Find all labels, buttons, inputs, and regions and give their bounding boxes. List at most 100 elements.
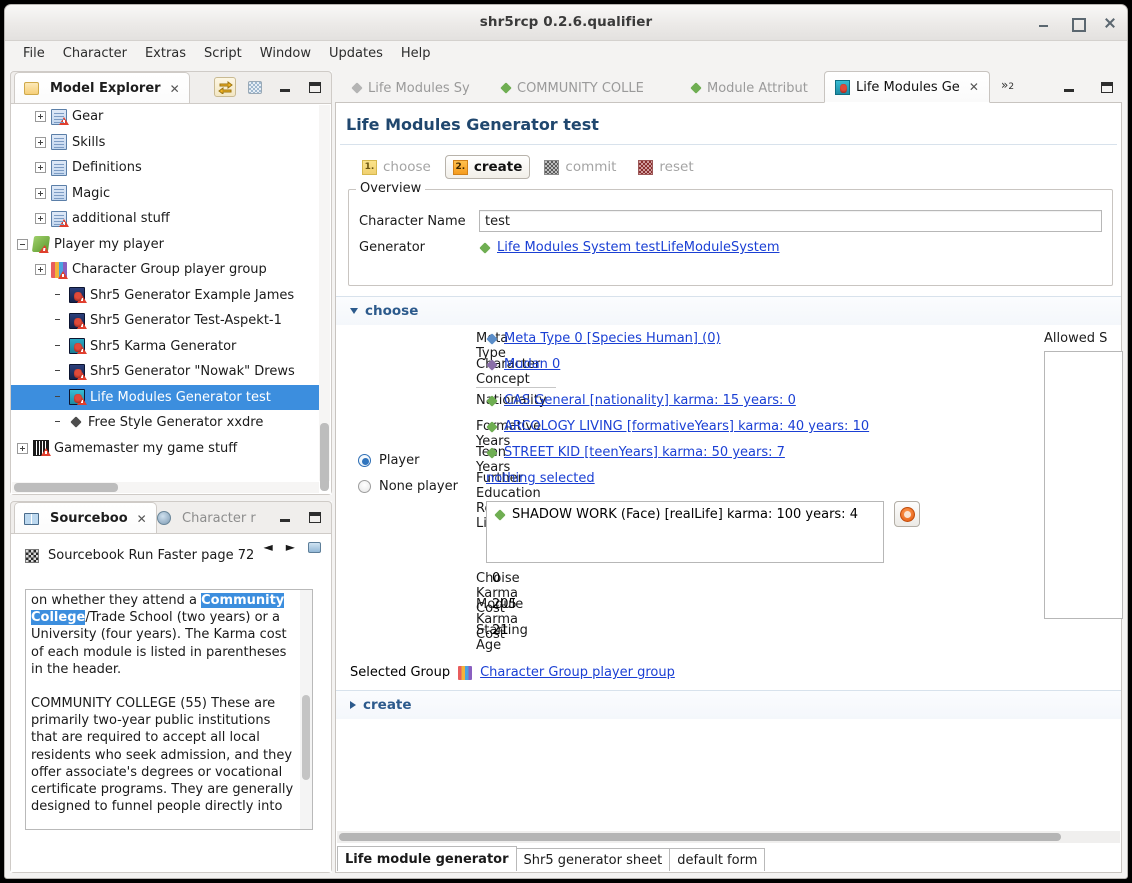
sourcebook-header-label: Sourcebook Run Faster page 72	[48, 548, 255, 563]
allowed-listbox[interactable]	[1044, 351, 1123, 619]
radio-none-player[interactable]: None player	[358, 473, 458, 499]
teen-years-link[interactable]: STREET KID [teenYears] karma: 50 years: …	[504, 445, 785, 460]
tab-shr5-generator-sheet[interactable]: Shr5 generator sheet	[515, 848, 671, 871]
radio-none-player-indicator[interactable]	[358, 479, 371, 493]
tree-item[interactable]: Magic	[11, 181, 319, 207]
selected-group-link[interactable]: Character Group player group	[480, 665, 675, 680]
diamond-green-icon	[486, 447, 497, 458]
real-life-listbox[interactable]: SHADOW WORK (Face) [realLife] karma: 100…	[486, 501, 884, 563]
further-education-link[interactable]: nothing selected	[486, 471, 595, 486]
radio-player[interactable]: Player	[358, 447, 458, 473]
menu-extras[interactable]: Extras	[136, 44, 195, 63]
list-item[interactable]: SHADOW WORK (Face) [realLife] karma: 100…	[494, 507, 876, 522]
radio-player-indicator[interactable]	[358, 453, 371, 467]
tab-life-modules-ge[interactable]: Life Modules Ge ✕	[824, 71, 990, 103]
refresh-button[interactable]	[894, 501, 920, 527]
expand-icon[interactable]	[35, 264, 46, 276]
editor-column: Life Modules Sy COMMUNITY COLLE Module A…	[335, 71, 1123, 873]
create-section-header[interactable]: create	[336, 691, 1121, 719]
tree-item[interactable]: Player my player	[11, 232, 319, 258]
tab-model-explorer[interactable]: Model Explorer ✕	[14, 72, 190, 104]
close-icon[interactable]: ✕	[137, 512, 147, 526]
link-icon[interactable]	[308, 541, 321, 553]
reset-button[interactable]: reset	[630, 155, 701, 179]
tab-life-modules-sy[interactable]: Life Modules Sy	[341, 73, 480, 103]
tree-item[interactable]: Gamemaster my game stuff	[11, 436, 319, 462]
editor-hscroll-thumb[interactable]	[339, 833, 1061, 841]
view-minimize-icon[interactable]	[274, 507, 296, 527]
tree-item[interactable]: Shr5 Generator "Nowak" Drews	[11, 359, 319, 385]
tree-hscroll-thumb[interactable]	[14, 483, 118, 492]
menu-window[interactable]: Window	[251, 44, 320, 63]
link-with-editor-icon[interactable]	[214, 77, 236, 97]
tree-vscrollbar[interactable]	[319, 105, 330, 491]
editor-maximize-icon[interactable]	[1096, 77, 1118, 97]
menu-updates[interactable]: Updates	[320, 44, 392, 63]
view-minimize-icon[interactable]	[274, 77, 296, 97]
sourcebook-textbox[interactable]: on whether they attend a Community Colle…	[25, 589, 313, 830]
menu-help[interactable]: Help	[392, 44, 440, 63]
character-concept-link[interactable]: Mudan 0	[504, 357, 560, 372]
expand-icon[interactable]	[35, 162, 46, 174]
menu-script[interactable]: Script	[195, 44, 251, 63]
chevron-right-icon	[350, 701, 356, 709]
create-button[interactable]: 2. create	[444, 155, 531, 179]
editor-minimize-icon[interactable]	[1058, 77, 1080, 97]
tab-sourcebook[interactable]: Sourceboo ✕	[14, 502, 157, 534]
tab-module-attribut[interactable]: Module Attribut	[680, 73, 818, 103]
close-icon[interactable]: ✕	[969, 80, 979, 94]
choose-button[interactable]: 1. choose	[354, 155, 439, 179]
expand-icon[interactable]	[35, 111, 46, 123]
tree-item[interactable]: Free Style Generator xxdre	[11, 410, 319, 436]
minimize-icon[interactable]	[1037, 16, 1051, 30]
character-name-input[interactable]	[479, 210, 1102, 232]
view-maximize-icon[interactable]	[304, 77, 326, 97]
tree-item[interactable]: Skills	[11, 130, 319, 156]
tree-item[interactable]: Definitions	[11, 155, 319, 181]
tab-overflow-indicator[interactable]: »2	[1001, 78, 1014, 92]
collapse-icon[interactable]	[17, 238, 28, 250]
formative-years-row: Formative Years ARCOLOGY LIVING [formati…	[336, 419, 1121, 449]
sourcebook-vscrollbar[interactable]	[300, 590, 312, 829]
tree-item[interactable]: Shr5 Generator Test-Aspekt-1	[11, 308, 319, 334]
view-maximize-icon[interactable]	[304, 507, 326, 527]
tree-item[interactable]: Character Group player group	[11, 257, 319, 283]
sourcebook-nav: ◄ ►	[264, 540, 321, 554]
expand-icon[interactable]	[17, 442, 28, 454]
model-tree[interactable]: Gear Skills Definitions Magic additional stu…	[11, 104, 319, 482]
menu-file[interactable]: File	[14, 44, 54, 63]
meta-type-link[interactable]: Meta Type 0 [Species Human] (0)	[504, 331, 721, 346]
character-icon	[157, 511, 171, 525]
back-icon[interactable]: ◄	[264, 540, 273, 554]
close-icon[interactable]: ✕	[170, 82, 180, 96]
menu-character[interactable]: Character	[54, 44, 136, 63]
forward-icon[interactable]: ►	[286, 540, 295, 554]
tree-item[interactable]: Shr5 Karma Generator	[11, 334, 319, 360]
formative-years-link[interactable]: ARCOLOGY LIVING [formativeYears] karma: …	[504, 419, 869, 434]
close-icon[interactable]	[1103, 16, 1117, 30]
nationality-link[interactable]: CAS General [nationality] karma: 15 year…	[504, 393, 796, 408]
editor-hscrollbar[interactable]	[337, 831, 1120, 843]
collapse-all-icon[interactable]	[244, 77, 266, 97]
tree-item[interactable]: Gear	[11, 104, 319, 130]
generator-icon	[69, 363, 87, 380]
generator-link[interactable]: Life Modules System testLifeModuleSystem	[497, 240, 780, 255]
expand-icon[interactable]	[35, 136, 46, 148]
tree-item[interactable]: Shr5 Generator Example James	[11, 283, 319, 309]
maximize-icon[interactable]	[1070, 16, 1086, 32]
minimize-glyph	[280, 518, 290, 522]
commit-button[interactable]: commit	[536, 155, 624, 179]
sourcebook-vscroll-thumb[interactable]	[302, 695, 310, 780]
tree-item[interactable]: Life Modules Generator test	[11, 384, 319, 410]
tab-community-colle[interactable]: COMMUNITY COLLE	[490, 73, 654, 103]
tree-vscroll-thumb[interactable]	[320, 423, 329, 491]
expand-icon[interactable]	[35, 187, 46, 199]
tree-item[interactable]: additional stuff	[11, 206, 319, 232]
tab-default-form[interactable]: default form	[669, 848, 766, 871]
tree-hscrollbar[interactable]	[12, 482, 319, 493]
tab-character-r[interactable]: Character r	[148, 503, 265, 533]
expand-icon[interactable]	[35, 213, 46, 225]
tab-life-module-generator[interactable]: Life module generator	[337, 846, 517, 871]
reset-button-label: reset	[659, 159, 694, 175]
choose-section-header[interactable]: choose	[336, 297, 1121, 325]
